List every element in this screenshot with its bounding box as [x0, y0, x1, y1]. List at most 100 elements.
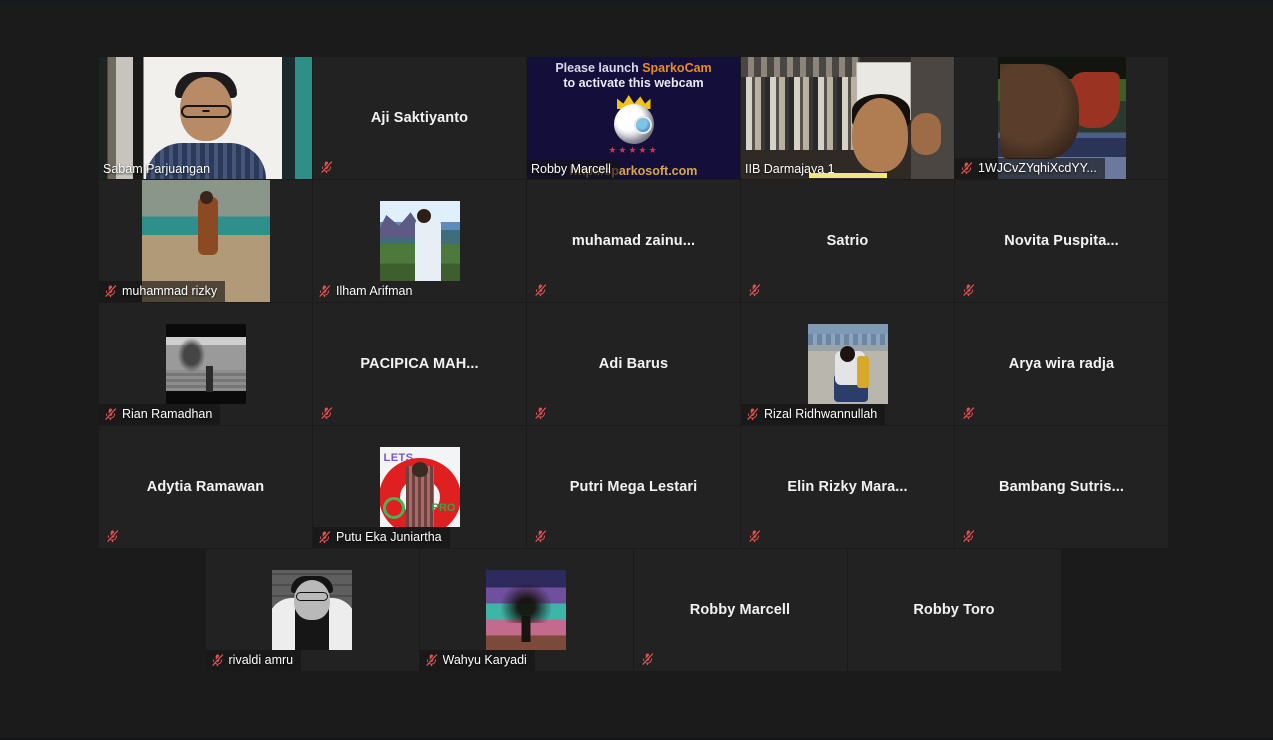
participant-name-center: Satrio [826, 233, 869, 249]
mute-indicator [747, 528, 762, 544]
audio-level-bar [808, 173, 887, 178]
participant-tile[interactable]: muhammad rizky [99, 180, 312, 302]
participant-name-strip: muhammad rizky [99, 281, 226, 302]
participant-name-strip: Ilham Arifman [313, 281, 420, 302]
participant-name-label: Putu Eka Juniartha [336, 530, 442, 544]
mute-indicator [105, 528, 120, 544]
mic-muted-icon [104, 284, 117, 298]
participant-tile[interactable]: Adytia Ramawan [99, 426, 312, 548]
mic-muted-icon [318, 530, 331, 544]
participant-name-strip: Sabam Parjuangan [99, 160, 218, 179]
mute-indicator [745, 406, 760, 422]
participant-name-label: Robby Marcell [531, 162, 611, 176]
mute-indicator [961, 405, 976, 421]
gallery-row: Adytia Ramawan LETS PRO Putu Eka Juniartha P… [99, 426, 1168, 548]
mute-indicator [103, 406, 118, 422]
mute-indicator [747, 282, 762, 298]
mic-muted-icon [320, 160, 333, 174]
participant-tile[interactable]: Bambang Sutris... [955, 426, 1168, 548]
participant-name-strip: Rizal Ridhwannullah [741, 404, 886, 425]
mic-muted-icon [962, 283, 975, 297]
participant-name-center: PACIPICA MAH... [360, 356, 479, 372]
window-top-edge [0, 0, 1273, 3]
mic-muted-icon [640, 652, 653, 666]
mic-muted-icon [962, 529, 975, 543]
participant-name-strip: Robby Marcell [527, 160, 619, 179]
participant-avatar-image [379, 201, 460, 281]
mute-indicator [317, 529, 332, 545]
mic-muted-icon [104, 407, 117, 421]
mute-indicator [210, 652, 225, 668]
participant-tile[interactable]: PACIPICA MAH... [313, 303, 526, 425]
participant-tile[interactable]: LETS PRO Putu Eka Juniartha [313, 426, 526, 548]
gallery-row: rivaldi amru Wahyu Karyadi Robby Marcell Ro… [99, 549, 1167, 671]
mute-indicator [961, 528, 976, 544]
mic-muted-icon [746, 407, 759, 421]
participant-name-center: Adi Barus [598, 356, 669, 372]
participant-name-label: rivaldi amru [228, 653, 294, 667]
participant-tile[interactable]: Satrio [741, 180, 954, 302]
mic-muted-icon [534, 529, 547, 543]
mic-muted-icon [960, 161, 973, 175]
participant-name-label: Ilham Arifman [336, 284, 413, 298]
participant-name-label: Rizal Ridhwannullah [764, 407, 878, 421]
participant-tile[interactable]: Robby Marcell [633, 549, 847, 671]
participant-name-label: Sabam Parjuangan [103, 162, 211, 176]
participant-tile[interactable]: Elin Rizky Mara... [741, 426, 954, 548]
participant-name-center: Elin Rizky Mara... [787, 479, 908, 495]
participant-name-strip: Wahyu Karyadi [419, 650, 535, 671]
participant-avatar-image [486, 570, 566, 650]
participant-tile[interactable]: Rian Ramadhan [99, 303, 312, 425]
participant-name-center: Novita Puspita... [1004, 233, 1119, 249]
participant-tile[interactable]: Robby Toro [847, 549, 1061, 671]
mic-muted-icon [210, 653, 223, 667]
gallery-row: muhammad rizky Ilham Arifman muhamad zainu… [99, 180, 1168, 302]
participant-name-center: Aji Saktiyanto [370, 110, 469, 126]
participant-tile[interactable]: Putri Mega Lestari [527, 426, 740, 548]
mic-muted-icon [424, 653, 437, 667]
participant-name-label: Wahyu Karyadi [442, 653, 527, 667]
participant-name-strip: 1WJCvZYqhiXcdYY... [955, 158, 1105, 179]
participant-name-label: Rian Ramadhan [122, 407, 213, 421]
mic-muted-icon [534, 283, 547, 297]
mic-muted-icon [320, 406, 333, 420]
participant-name-center: Putri Mega Lestari [569, 479, 698, 495]
participant-tile[interactable]: Please launch SparkoCam to activate this … [527, 57, 740, 179]
gallery-row: Rian Ramadhan PACIPICA MAH... Adi Barus Riz… [99, 303, 1168, 425]
participant-tile[interactable]: 1WJCvZYqhiXcdYY... [955, 57, 1168, 179]
participant-name-strip: Putu Eka Juniartha [313, 527, 450, 548]
mute-indicator [317, 283, 332, 299]
mic-muted-icon [748, 283, 761, 297]
participant-tile[interactable]: IIB Darmajaya 1 [741, 57, 954, 179]
participant-name-center: Adytia Ramawan [146, 479, 265, 495]
participant-tile[interactable]: Wahyu Karyadi [419, 549, 633, 671]
mute-indicator [959, 160, 974, 176]
participant-avatar-image [165, 324, 246, 404]
participant-name-strip: rivaldi amru [205, 650, 302, 671]
participant-tile[interactable]: Novita Puspita... [955, 180, 1168, 302]
participant-tile[interactable]: muhamad zainu... [527, 180, 740, 302]
participant-name-strip: Rian Ramadhan [99, 404, 221, 425]
participant-tile[interactable]: Aji Saktiyanto [313, 57, 526, 179]
participant-name-center: Robby Toro [913, 602, 995, 618]
participant-name-label: 1WJCvZYqhiXcdYY... [978, 161, 1097, 175]
mute-indicator [533, 528, 548, 544]
mic-muted-icon [962, 406, 975, 420]
participant-gallery-grid: Sabam Parjuangan Aji Saktiyanto Please lau… [99, 57, 1168, 672]
participant-tile[interactable]: rivaldi amru [205, 549, 419, 671]
participant-tile[interactable]: Sabam Parjuangan [99, 57, 312, 179]
participant-avatar-image [272, 570, 352, 650]
participant-tile[interactable]: Adi Barus [527, 303, 740, 425]
participant-avatar-image [807, 324, 888, 404]
mute-indicator [533, 282, 548, 298]
participant-tile[interactable]: Ilham Arifman [313, 180, 526, 302]
participant-tile[interactable]: Arya wira radja [955, 303, 1168, 425]
participant-tile[interactable]: Rizal Ridhwannullah [741, 303, 954, 425]
zoom-gallery-view-window: Sabam Parjuangan Aji Saktiyanto Please lau… [0, 0, 1273, 740]
mic-muted-icon [318, 284, 331, 298]
participant-name-label: muhammad rizky [122, 284, 218, 298]
mute-indicator [319, 405, 334, 421]
gallery-row: Sabam Parjuangan Aji Saktiyanto Please lau… [99, 57, 1168, 179]
mute-indicator [319, 159, 334, 175]
participant-name-center: Bambang Sutris... [999, 479, 1124, 495]
